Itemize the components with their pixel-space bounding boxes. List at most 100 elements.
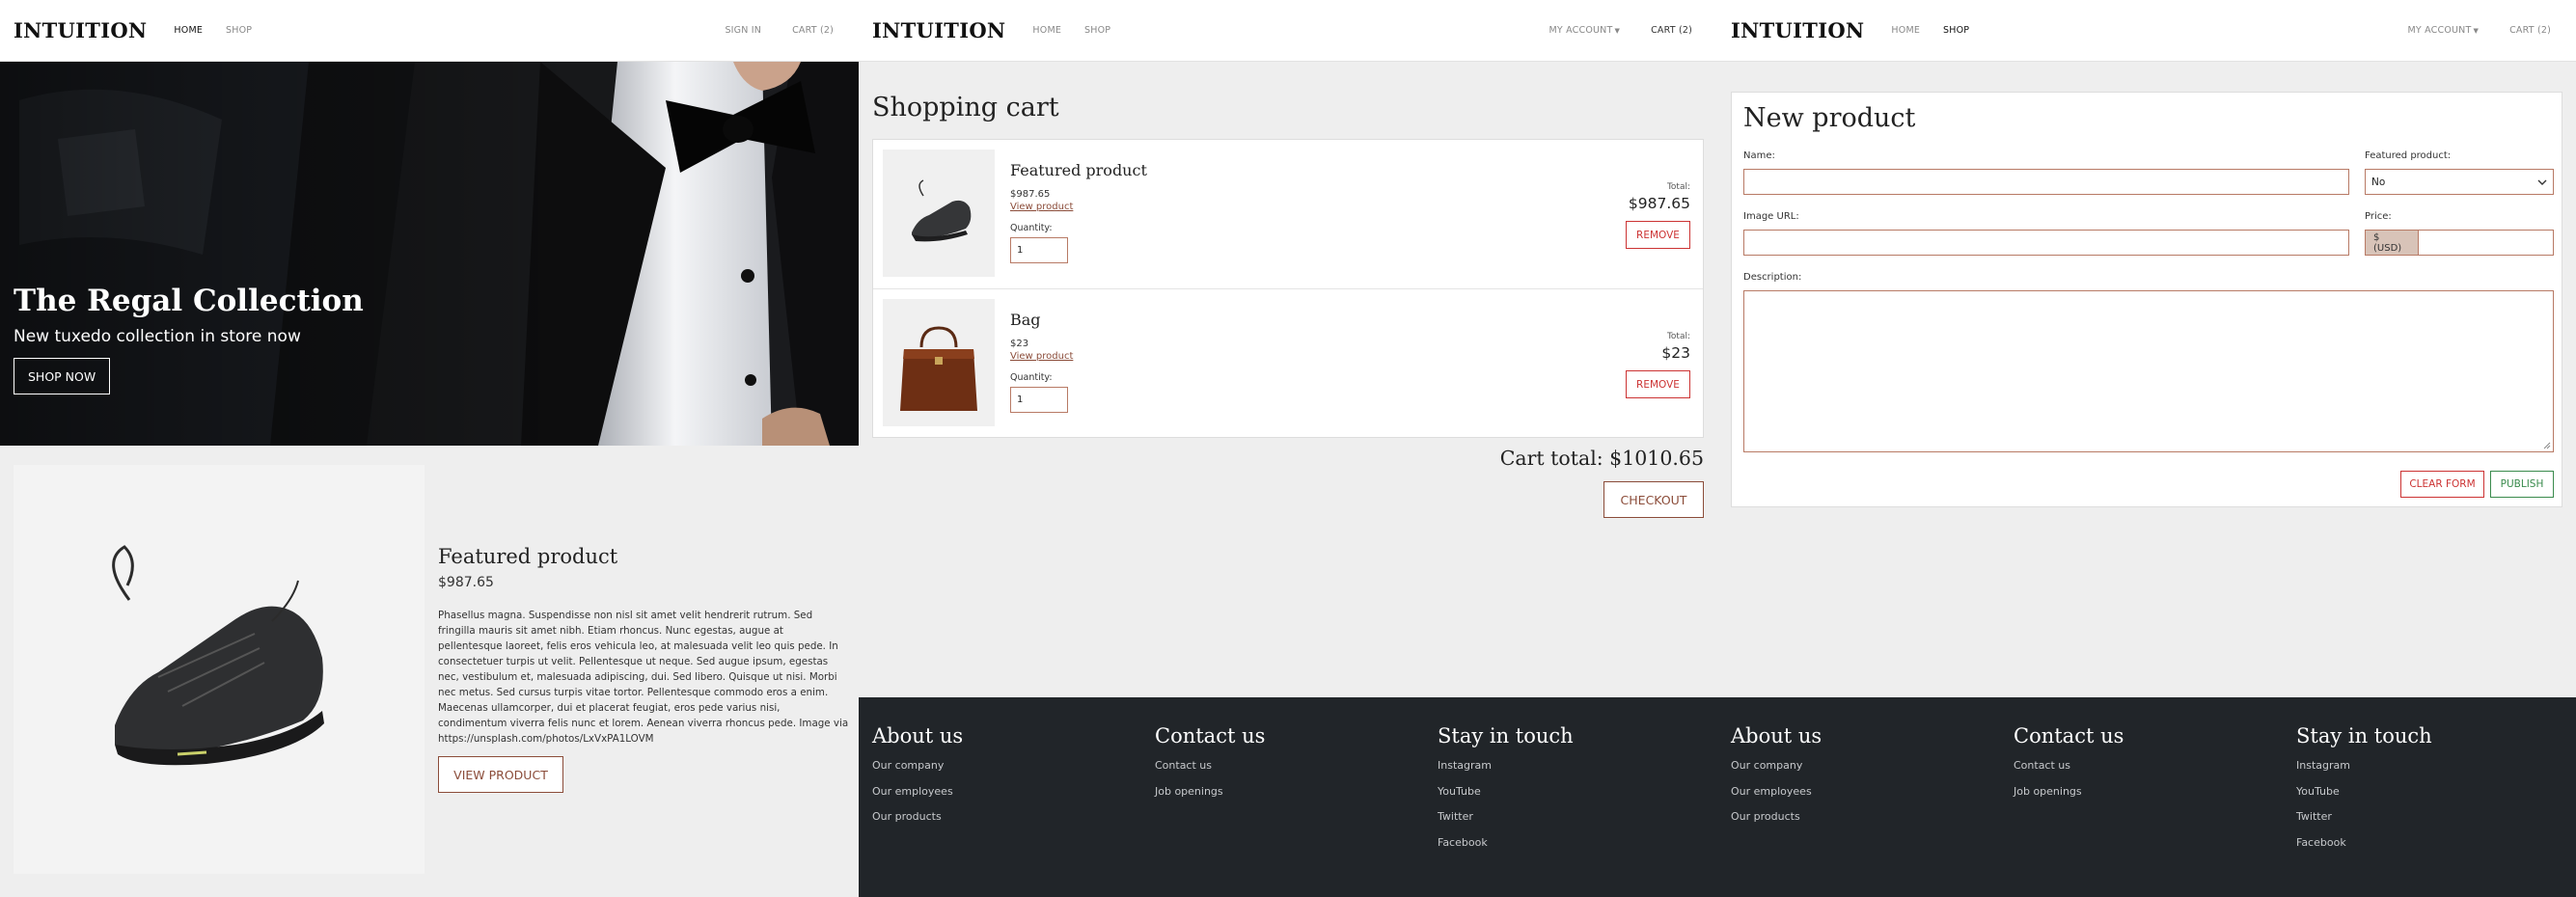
nav-shop[interactable]: SHOP	[1084, 25, 1110, 36]
footer-link[interactable]: Contact us	[1155, 759, 1265, 785]
nav-my-account[interactable]: MY ACCOUNT ▼	[2408, 25, 2480, 36]
footer-about-title: About us	[1731, 724, 1822, 748]
caret-down-icon: ▼	[1614, 27, 1621, 35]
brand-logo[interactable]: INTUITION	[872, 18, 1005, 42]
cart-item-price: $987.65	[1010, 189, 1051, 200]
nav-home[interactable]: HOME	[1032, 25, 1061, 36]
price-input[interactable]	[2418, 230, 2554, 256]
remove-button[interactable]: REMOVE	[1626, 370, 1690, 398]
footer: About us Our company Our employees Our p…	[1717, 697, 2576, 897]
featured-select-value: No	[2371, 176, 2386, 188]
footer-link[interactable]: Instagram	[1438, 759, 1574, 785]
cart-list: Featured product $987.65 View product Qu…	[872, 139, 1704, 438]
footer-link[interactable]: Twitter	[2296, 810, 2432, 836]
cart-item-price: $23	[1010, 339, 1029, 349]
navbar: INTUITION HOME SHOP MY ACCOUNT ▼ CART (2)	[859, 0, 1717, 62]
cart-item-name: Bag	[1010, 311, 1041, 329]
tuxedo-hero-image	[0, 62, 859, 446]
nav-cart[interactable]: CART (2)	[2509, 25, 2551, 36]
nav-home[interactable]: HOME	[1891, 25, 1920, 36]
price-label: Price:	[2365, 211, 2392, 222]
remove-button[interactable]: REMOVE	[1626, 221, 1690, 249]
footer-link[interactable]: Job openings	[1155, 785, 1265, 811]
checkout-button[interactable]: CHECKOUT	[1603, 481, 1704, 518]
featured-price: $987.65	[438, 575, 494, 590]
footer-link[interactable]: Twitter	[1438, 810, 1574, 836]
footer-link[interactable]: Job openings	[2014, 785, 2124, 811]
footer-contact: Contact us Contact us Job openings	[2014, 724, 2124, 810]
footer-about: About us Our company Our employees Our p…	[872, 724, 963, 836]
hero-title: The Regal Collection	[14, 284, 364, 318]
nav-cart[interactable]: CART (2)	[792, 25, 834, 36]
cart-item: Bag $23 View product Quantity: Total: $2…	[873, 288, 1703, 437]
footer-link[interactable]: Our company	[872, 759, 963, 785]
publish-button[interactable]: PUBLISH	[2490, 471, 2554, 498]
footer-link[interactable]: Our company	[1731, 759, 1822, 785]
featured-title: Featured product	[438, 545, 618, 568]
nav-my-account-label: MY ACCOUNT	[1548, 25, 1613, 36]
quantity-input[interactable]	[1010, 387, 1068, 413]
navbar: INTUITION HOME SHOP SIGN IN CART (2)	[0, 0, 859, 62]
bag-image	[883, 299, 995, 426]
featured-section: Featured product $987.65 Phasellus magna…	[0, 446, 859, 897]
hero-banner: The Regal Collection New tuxedo collecti…	[0, 62, 859, 446]
nav-my-account-label: MY ACCOUNT	[2407, 25, 2472, 36]
footer-link[interactable]: Facebook	[2296, 836, 2432, 862]
name-label: Name:	[1743, 150, 1775, 161]
navbar: INTUITION HOME SHOP MY ACCOUNT ▼ CART (2)	[1717, 0, 2576, 62]
description-textarea[interactable]	[1743, 290, 2554, 452]
cart-total: Cart total: $1010.65	[1499, 447, 1704, 470]
featured-description: Phasellus magna. Suspendisse non nisl si…	[438, 610, 849, 745]
name-input[interactable]	[1743, 169, 2349, 195]
view-product-link[interactable]: View product	[1010, 202, 1073, 212]
quantity-input[interactable]	[1010, 237, 1068, 263]
form-title: New product	[1743, 103, 1916, 133]
quantity-label: Quantity:	[1010, 223, 1053, 233]
footer-contact-title: Contact us	[1155, 724, 1266, 748]
image-url-label: Image URL:	[1743, 211, 1799, 222]
footer-link[interactable]: Our products	[872, 810, 963, 836]
featured-select[interactable]: No	[2365, 169, 2554, 195]
quantity-label: Quantity:	[1010, 372, 1053, 383]
featured-label: Featured product:	[2365, 150, 2452, 161]
sneaker-image	[883, 150, 995, 277]
footer-link[interactable]: Our products	[1731, 810, 1822, 836]
view-product-link[interactable]: View product	[1010, 351, 1073, 362]
footer-contact: Contact us Contact us Job openings	[1155, 724, 1265, 810]
nav-my-account[interactable]: MY ACCOUNT ▼	[1549, 25, 1621, 36]
footer-link[interactable]: YouTube	[2296, 785, 2432, 811]
footer-link[interactable]: YouTube	[1438, 785, 1574, 811]
image-url-input[interactable]	[1743, 230, 2349, 256]
footer-link[interactable]: Our employees	[1731, 785, 1822, 811]
nav-home[interactable]: HOME	[174, 25, 203, 36]
footer-link[interactable]: Our employees	[872, 785, 963, 811]
clear-form-button[interactable]: CLEAR FORM	[2400, 471, 2484, 498]
nav-sign-in[interactable]: SIGN IN	[725, 25, 761, 36]
footer-about-title: About us	[872, 724, 964, 748]
page-title: Shopping cart	[872, 93, 1059, 122]
footer-social-title: Stay in touch	[2296, 724, 2432, 748]
nav-shop[interactable]: SHOP	[1943, 25, 1969, 36]
brand-logo[interactable]: INTUITION	[1731, 18, 1864, 42]
shop-now-button[interactable]: SHOP NOW	[14, 358, 111, 394]
resize-grip-icon[interactable]	[2543, 442, 2551, 449]
footer-link[interactable]: Contact us	[2014, 759, 2124, 785]
nav-cart[interactable]: CART (2)	[1651, 25, 1692, 36]
footer-social: Stay in touch Instagram YouTube Twitter …	[2296, 724, 2432, 861]
footer-link[interactable]: Facebook	[1438, 836, 1574, 862]
chevron-down-icon	[2537, 179, 2547, 185]
cart-item: Featured product $987.65 View product Qu…	[873, 140, 1703, 288]
footer-social: Stay in touch Instagram YouTube Twitter …	[1438, 724, 1574, 861]
item-total: $987.65	[1628, 195, 1690, 212]
brand-logo[interactable]: INTUITION	[14, 18, 147, 42]
sneaker-image	[14, 465, 425, 874]
view-product-button[interactable]: VIEW PRODUCT	[438, 756, 563, 793]
caret-down-icon: ▼	[2473, 27, 2480, 35]
footer: About us Our company Our employees Our p…	[859, 697, 1717, 897]
footer-link[interactable]: Instagram	[2296, 759, 2432, 785]
nav-shop[interactable]: SHOP	[226, 25, 252, 36]
hero-subtitle: New tuxedo collection in store now	[14, 327, 301, 346]
description-label: Description:	[1743, 272, 1802, 283]
cart-item-name: Featured product	[1010, 161, 1147, 179]
home-page: INTUITION HOME SHOP SIGN IN CART (2) The…	[0, 0, 859, 897]
